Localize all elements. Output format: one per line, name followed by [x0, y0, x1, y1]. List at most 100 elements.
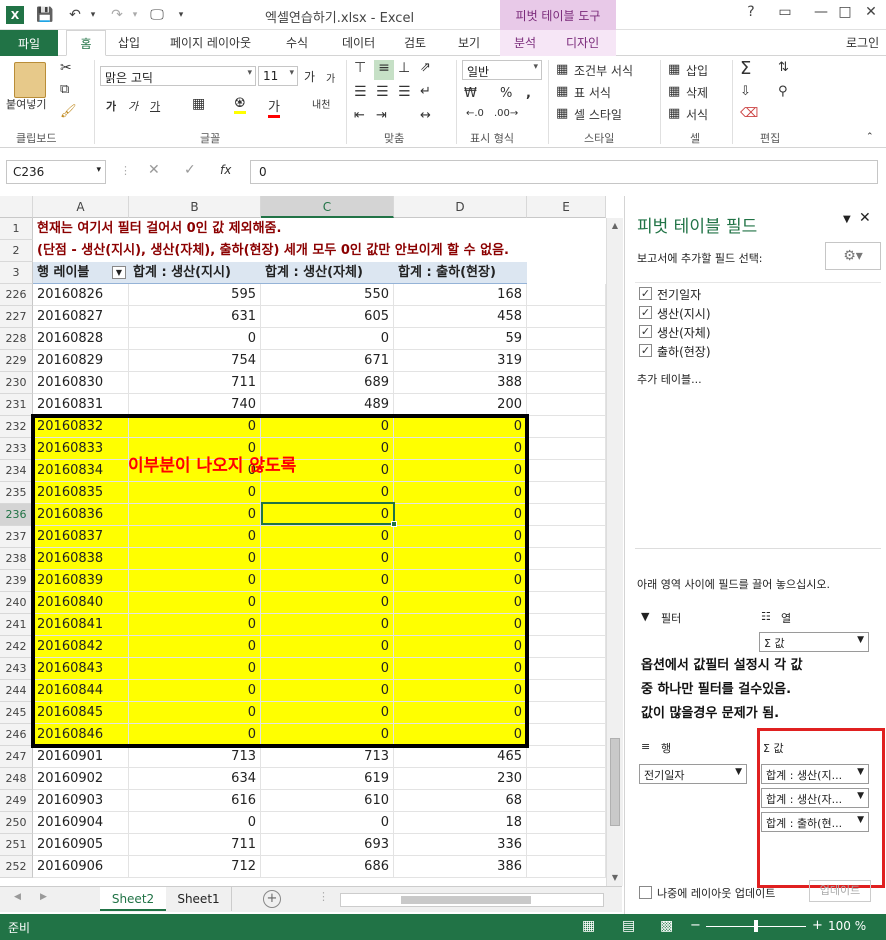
tab-analyze[interactable]: 분석 — [514, 34, 536, 51]
fill-icon[interactable]: ⇩ — [740, 84, 751, 99]
table-cell[interactable]: 0 — [129, 504, 261, 526]
row-header[interactable]: 249 — [0, 790, 33, 812]
row-header[interactable]: 244 — [0, 680, 33, 702]
table-cell[interactable] — [527, 702, 606, 724]
table-cell[interactable]: 0 — [129, 570, 261, 592]
formula-input[interactable]: 0 — [250, 160, 878, 184]
pivot-col-header[interactable]: 합계 : 출하(현장) — [394, 262, 527, 284]
tab-file[interactable]: 파일 — [0, 30, 58, 56]
table-cell[interactable]: 0 — [129, 482, 261, 504]
row-header[interactable]: 227 — [0, 306, 33, 328]
column-header-a[interactable]: A — [33, 196, 129, 218]
field-checkbox[interactable]: ✓ — [639, 306, 652, 319]
quick-access-icon[interactable]: 🖵 — [148, 6, 166, 24]
field-label[interactable]: 출하(현장) — [657, 343, 711, 360]
align-bottom-icon[interactable]: ⊥ — [398, 60, 410, 76]
values-field-item[interactable]: 합계 : 생산(자... ▼ — [761, 788, 869, 808]
zoom-level[interactable]: 100 % — [828, 919, 866, 933]
table-cell[interactable]: 388 — [394, 372, 527, 394]
horizontal-scrollbar[interactable] — [340, 893, 604, 907]
table-cell[interactable] — [527, 790, 606, 812]
table-cell[interactable]: 0 — [261, 526, 394, 548]
row-labels-header[interactable]: 행 레이블 ▼ — [33, 262, 129, 284]
table-cell[interactable] — [527, 460, 606, 482]
row-header[interactable]: 246 — [0, 724, 33, 746]
font-size-combo[interactable]: 11 ▾ — [258, 66, 298, 86]
cut-icon[interactable]: ✂ — [60, 60, 72, 76]
enter-icon[interactable]: ✓ — [184, 162, 196, 178]
login-link[interactable]: 로그인 — [846, 34, 879, 51]
row-header[interactable]: 245 — [0, 702, 33, 724]
row-header[interactable]: 238 — [0, 548, 33, 570]
table-cell[interactable] — [527, 438, 606, 460]
table-cell[interactable]: 0 — [129, 592, 261, 614]
row-header[interactable]: 228 — [0, 328, 33, 350]
align-left-icon[interactable]: ☰ — [354, 84, 367, 100]
phonetic-icon[interactable]: 내천 — [312, 96, 330, 111]
row-header[interactable]: 229 — [0, 350, 33, 372]
table-cell[interactable]: 0 — [261, 812, 394, 834]
table-cell[interactable]: 20160904 — [33, 812, 129, 834]
paste-button[interactable]: 붙여넣기 — [6, 96, 46, 112]
table-cell[interactable] — [527, 526, 606, 548]
table-cell[interactable]: 0 — [394, 416, 527, 438]
undo-icon[interactable]: ↶ — [66, 6, 84, 24]
table-cell[interactable]: 230 — [394, 768, 527, 790]
table-cell[interactable] — [527, 746, 606, 768]
percent-button[interactable]: % — [500, 86, 512, 101]
field-checkbox[interactable]: ✓ — [639, 287, 652, 300]
table-cell[interactable]: 0 — [129, 702, 261, 724]
table-cell[interactable]: 0 — [394, 460, 527, 482]
row-header[interactable]: 243 — [0, 658, 33, 680]
border-icon[interactable]: ▦ — [192, 96, 205, 112]
table-cell[interactable] — [527, 834, 606, 856]
decrease-indent-icon[interactable]: ⇤ — [354, 108, 365, 123]
table-cell[interactable]: 489 — [261, 394, 394, 416]
table-cell[interactable] — [527, 636, 606, 658]
grow-font-button[interactable]: 가 — [304, 68, 315, 85]
next-sheet-icon[interactable]: ▶ — [40, 892, 47, 902]
customize-qat-icon[interactable]: ▾ — [172, 6, 190, 24]
table-cell[interactable]: 0 — [129, 812, 261, 834]
fill-color-icon[interactable]: ♼ — [234, 96, 246, 114]
number-format-combo[interactable]: 일반 ▾ — [462, 60, 542, 80]
table-cell[interactable] — [527, 548, 606, 570]
align-top-icon[interactable]: ⊤ — [354, 60, 366, 76]
row-header[interactable]: 235 — [0, 482, 33, 504]
vertical-scrollbar[interactable]: ▲ ▼ — [606, 218, 623, 886]
table-cell[interactable]: 713 — [129, 746, 261, 768]
cancel-icon[interactable]: ✕ — [148, 162, 160, 178]
table-cell[interactable]: 0 — [129, 658, 261, 680]
table-cell[interactable]: 20160905 — [33, 834, 129, 856]
new-sheet-icon[interactable]: + — [263, 890, 281, 908]
redo-dropdown-icon[interactable]: ▾ — [126, 6, 144, 24]
tab-data[interactable]: 데이터 — [342, 34, 375, 51]
table-cell[interactable]: 20160829 — [33, 350, 129, 372]
sheet-tab-sheet2[interactable]: Sheet2 — [100, 887, 166, 911]
table-cell[interactable]: 0 — [394, 504, 527, 526]
insert-cells-button[interactable]: 삽입 — [686, 62, 708, 79]
table-cell[interactable] — [527, 856, 606, 878]
format-cells-icon[interactable]: ▦ — [668, 106, 680, 121]
table-cell[interactable]: 0 — [129, 614, 261, 636]
format-cells-button[interactable]: 서식 — [686, 106, 708, 123]
underline-button[interactable]: 가 — [150, 98, 160, 114]
align-middle-icon[interactable]: ≡ — [374, 60, 394, 80]
hscroll-thumb[interactable] — [401, 896, 531, 904]
row-header[interactable]: 232 — [0, 416, 33, 438]
table-cell[interactable]: 168 — [394, 284, 527, 306]
insert-cells-icon[interactable]: ▦ — [668, 62, 680, 77]
insert-function-button[interactable]: fx — [220, 163, 231, 177]
table-cell[interactable]: 0 — [129, 526, 261, 548]
table-cell[interactable]: 0 — [261, 614, 394, 636]
autosum-icon[interactable]: Σ — [740, 58, 751, 79]
table-cell[interactable] — [527, 658, 606, 680]
table-cell[interactable]: 0 — [129, 416, 261, 438]
normal-view-icon[interactable]: ▦ — [582, 918, 595, 934]
name-box[interactable]: C236 ▾ — [6, 160, 106, 184]
column-header-d[interactable]: D — [394, 196, 527, 218]
table-cell[interactable]: 605 — [261, 306, 394, 328]
save-icon[interactable]: 💾 — [36, 6, 54, 24]
note-cell[interactable]: (단점 - 생산(지시), 생산(자체), 출하(현장) 세개 모두 0인 값만… — [33, 240, 606, 262]
table-cell[interactable]: 740 — [129, 394, 261, 416]
